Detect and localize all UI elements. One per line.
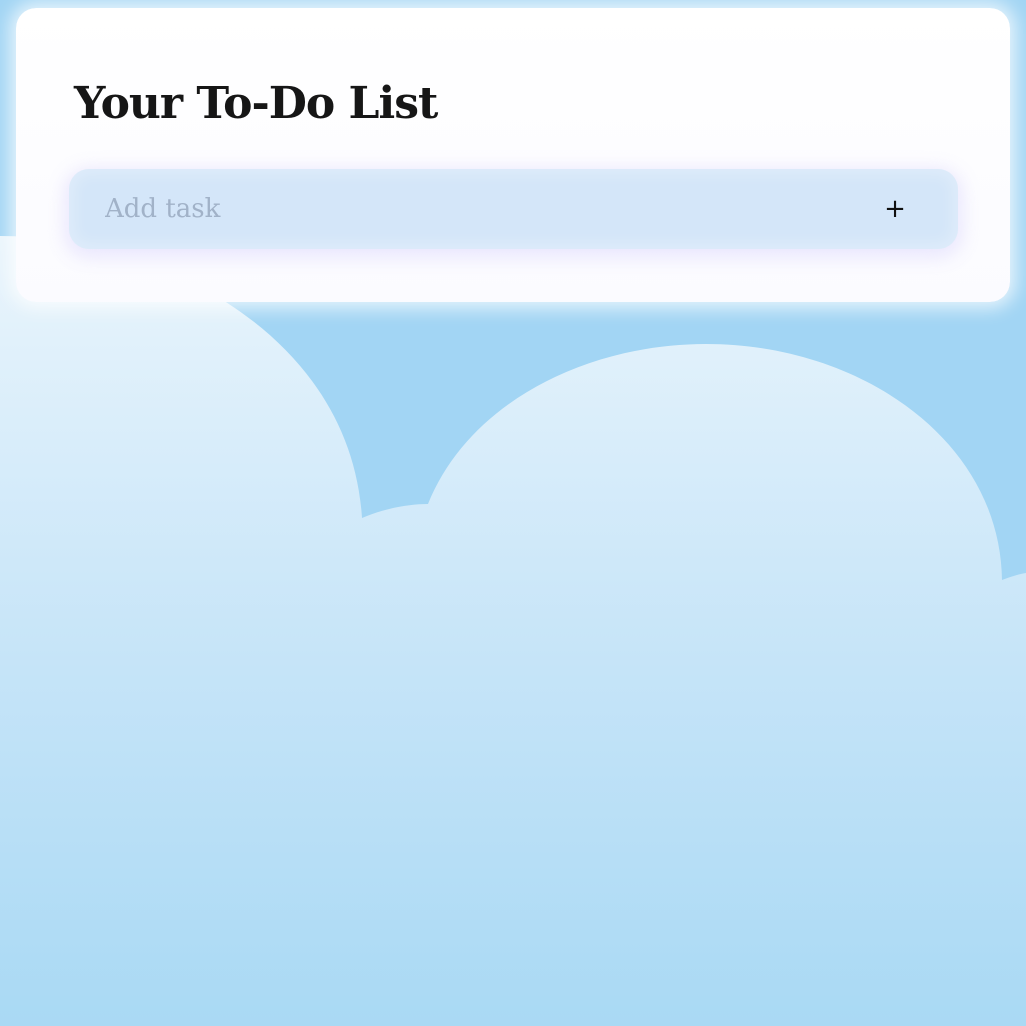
todo-card: Your To-Do List + bbox=[16, 8, 1010, 302]
add-task-input[interactable] bbox=[89, 169, 849, 249]
cloud-shape bbox=[0, 236, 1026, 1026]
page-title: Your To-Do List bbox=[74, 78, 438, 129]
add-task-bar: + bbox=[69, 169, 958, 249]
add-task-button[interactable]: + bbox=[867, 189, 923, 229]
